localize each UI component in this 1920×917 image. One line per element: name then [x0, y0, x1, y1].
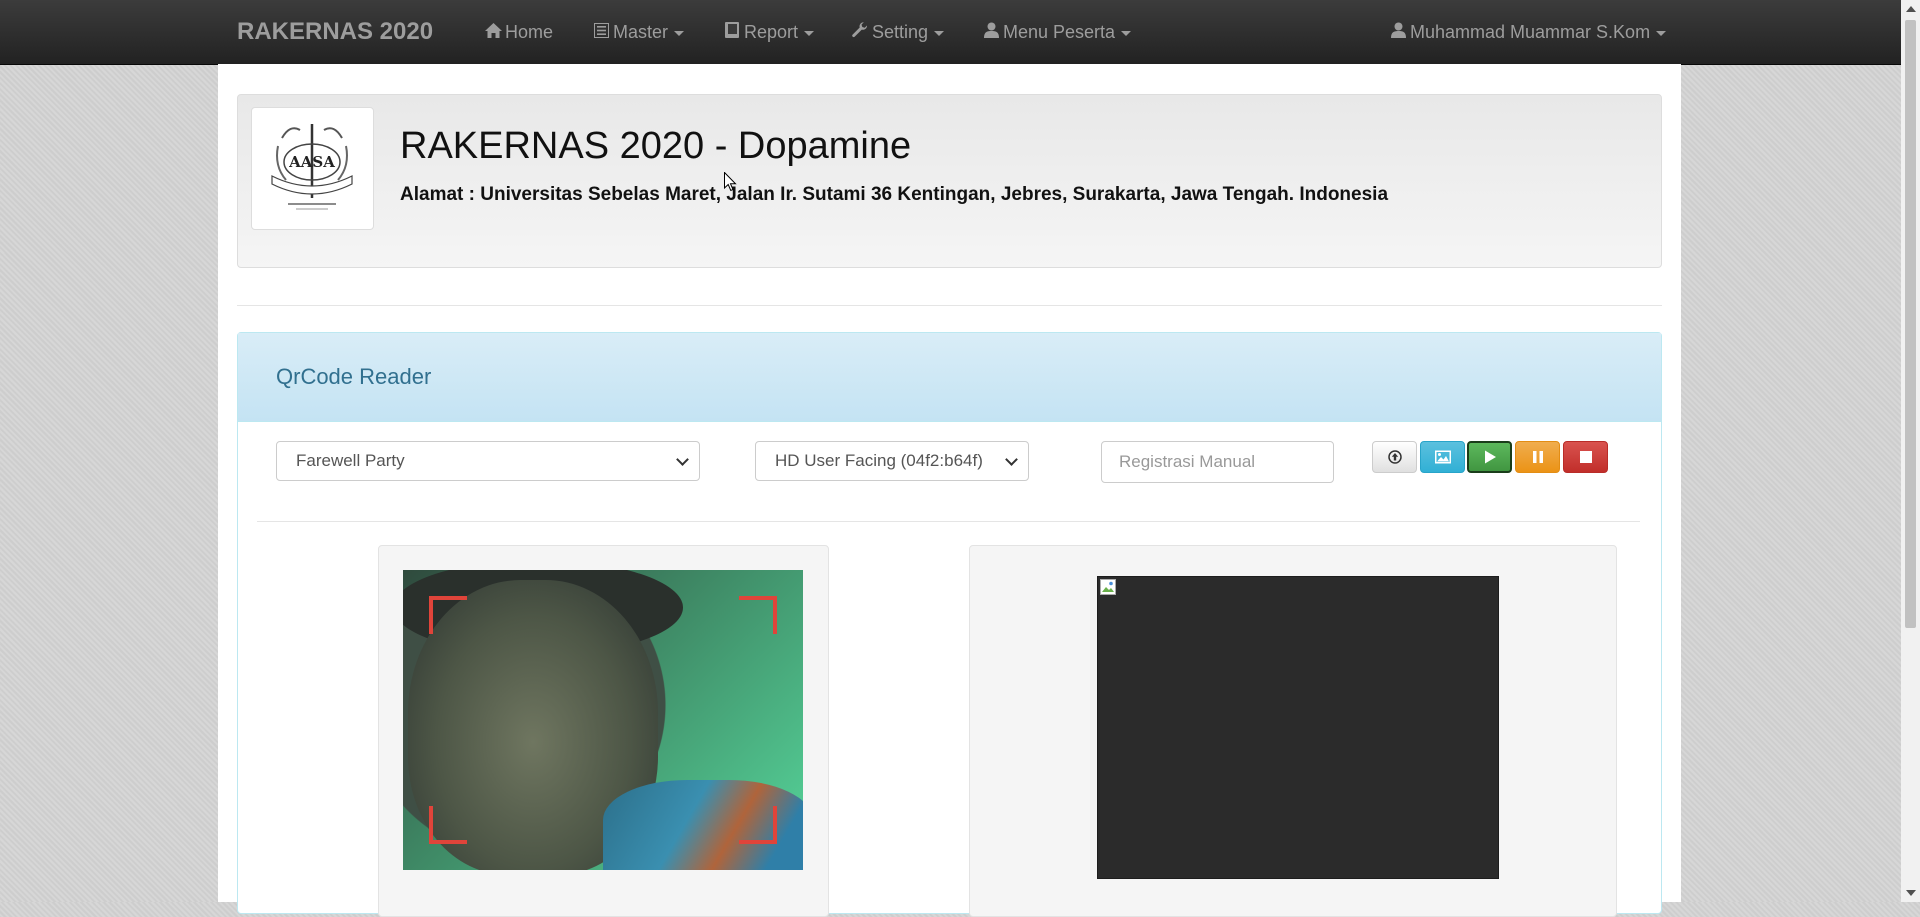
main-container: AASA RAKERNAS 2020 - Dopamine Alamat : U… [218, 64, 1681, 917]
top-navbar: RAKERNAS 2020 Home Master Report Setting… [0, 0, 1901, 65]
pause-button[interactable] [1515, 441, 1560, 473]
event-select-value: Farewell Party [296, 451, 405, 470]
user-icon [981, 1, 1001, 65]
nav-home[interactable]: Home [483, 0, 553, 64]
manual-registration-input[interactable]: Registrasi Manual [1101, 441, 1334, 483]
chevron-down-icon [1005, 453, 1018, 466]
pause-icon [1532, 451, 1543, 463]
stop-icon [1579, 451, 1592, 463]
qrcode-reader-panel: QrCode Reader Farewell Party HD User Fac… [237, 332, 1662, 917]
nav-menu-peserta-dropdown[interactable]: Menu Peserta [981, 0, 1132, 65]
nav-user-dropdown[interactable]: Muhammad Muammar S.Kom [1388, 0, 1667, 65]
book-icon [722, 1, 742, 65]
image-button[interactable] [1420, 441, 1465, 473]
scrollbar-thumb[interactable] [1905, 20, 1916, 628]
aasa-logo-icon: AASA [271, 124, 353, 210]
chevron-down-icon [1121, 30, 1132, 36]
upload-icon [1387, 450, 1402, 464]
svg-text:AASA: AASA [288, 153, 335, 171]
user-icon [1388, 1, 1408, 65]
stop-button[interactable] [1563, 441, 1608, 473]
chevron-down-icon [676, 453, 689, 466]
nav-menu-peserta-label: Menu Peserta [1003, 22, 1116, 42]
page-scrollbar[interactable] [1901, 0, 1920, 902]
panel-heading: QrCode Reader [238, 333, 1661, 422]
broken-image-icon [1100, 579, 1116, 595]
scanner-corner-icon [739, 806, 777, 844]
list-icon [591, 1, 611, 65]
manual-registration-placeholder: Registrasi Manual [1119, 452, 1256, 471]
navbar-brand[interactable]: RAKERNAS 2020 [237, 0, 433, 64]
upload-button[interactable] [1372, 441, 1417, 473]
nav-report-label: Report [744, 22, 799, 42]
scanner-corner-icon [739, 596, 777, 634]
scanner-corner-icon [429, 596, 467, 634]
event-title: RAKERNAS 2020 - Dopamine [400, 125, 912, 167]
event-logo: AASA [251, 107, 374, 230]
camera-select[interactable]: HD User Facing (04f2:b64f) [755, 441, 1029, 481]
divider [257, 521, 1640, 522]
nav-setting-label: Setting [872, 22, 929, 42]
camera-select-value: HD User Facing (04f2:b64f) [775, 451, 983, 470]
scan-result-well [969, 545, 1617, 917]
scroll-up-icon[interactable] [1906, 6, 1916, 12]
scan-result-image [1097, 576, 1499, 879]
image-icon [1434, 450, 1451, 464]
chevron-down-icon [674, 30, 685, 36]
home-icon [483, 1, 503, 65]
panel-title: QrCode Reader [276, 364, 432, 389]
nav-user-label: Muhammad Muammar S.Kom [1410, 22, 1651, 42]
event-select[interactable]: Farewell Party [276, 441, 700, 481]
divider [237, 305, 1662, 306]
chevron-down-icon [934, 30, 945, 36]
chevron-down-icon [1656, 30, 1667, 36]
play-icon [1484, 450, 1496, 464]
nav-setting-dropdown[interactable]: Setting [850, 0, 945, 65]
scanner-corner-icon [429, 806, 467, 844]
event-address: Alamat : Universitas Sebelas Maret, Jala… [400, 184, 1389, 205]
nav-home-label: Home [505, 22, 554, 42]
chevron-down-icon [804, 30, 815, 36]
nav-master-label: Master [613, 22, 669, 42]
camera-preview-well [378, 545, 829, 917]
webcam-feed [403, 570, 803, 870]
mouse-cursor-icon [724, 172, 737, 192]
wrench-icon [850, 1, 870, 65]
scroll-down-icon[interactable] [1906, 890, 1916, 896]
nav-report-dropdown[interactable]: Report [722, 0, 815, 65]
nav-master-dropdown[interactable]: Master [591, 0, 685, 65]
event-header: AASA RAKERNAS 2020 - Dopamine Alamat : U… [237, 94, 1662, 268]
play-button[interactable] [1467, 441, 1512, 473]
